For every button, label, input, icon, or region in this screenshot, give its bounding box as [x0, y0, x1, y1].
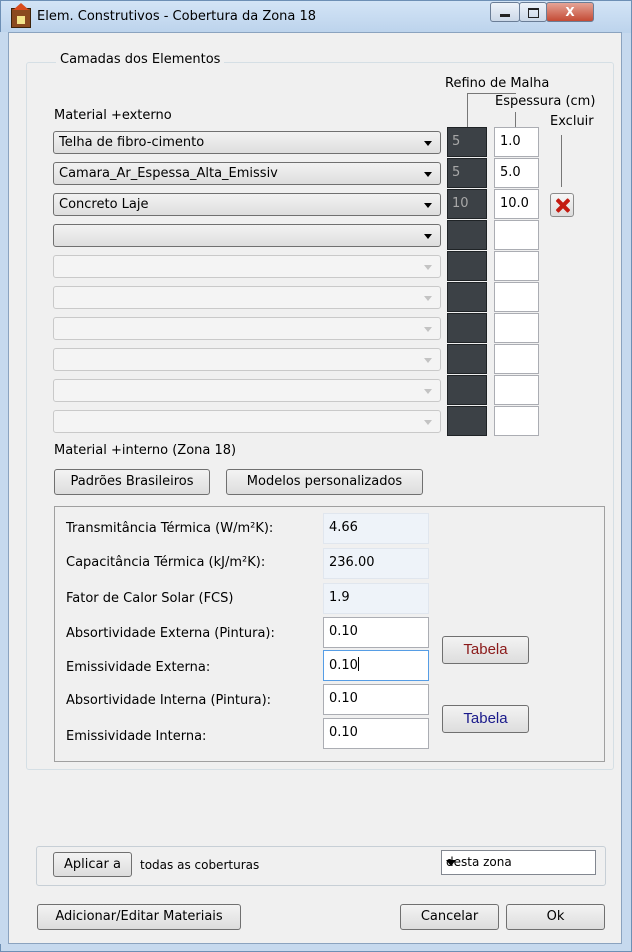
layer-refino-5[interactable]: [447, 251, 487, 281]
layer-material-select-9[interactable]: [53, 379, 441, 402]
aplicar-button[interactable]: Aplicar a: [53, 852, 132, 877]
chevron-down-icon: [424, 296, 432, 301]
layer-refino-6[interactable]: [447, 282, 487, 312]
refino-bracket: [467, 93, 516, 129]
padroes-brasileiros-button[interactable]: Padrões Brasileiros: [54, 469, 210, 495]
chevron-down-icon: [424, 172, 432, 177]
layer-material-select-2[interactable]: Camara_Ar_Espessa_Alta_Emissiv: [53, 162, 441, 185]
chevron-down-icon: [424, 389, 432, 394]
layer-refino-4[interactable]: [447, 220, 487, 250]
transmitancia-field: 4.66: [323, 513, 429, 544]
maximize-button[interactable]: [519, 2, 547, 22]
layer-material-select-6[interactable]: [53, 286, 441, 309]
layer-refino-10[interactable]: [447, 406, 487, 436]
delete-layer-button[interactable]: [550, 193, 574, 217]
app-house-icon: [11, 3, 31, 28]
layer-refino-3[interactable]: 10: [447, 189, 487, 219]
capacitancia-label: Capacitância Térmica (kJ/m²K):: [66, 555, 266, 570]
layer-material-select-1[interactable]: Telha de fibro-cimento: [53, 131, 441, 154]
layers-group-legend: Camadas dos Elementos: [56, 52, 225, 67]
emis-externa-input[interactable]: 0.10: [323, 650, 429, 681]
refino-header: Refino de Malha: [445, 76, 550, 91]
layer-material-select-4[interactable]: [53, 224, 441, 247]
chevron-down-icon: [424, 203, 432, 208]
layer-espessura-10[interactable]: [494, 406, 539, 436]
layer-refino-value-1: 5: [452, 134, 461, 149]
apply-scope-text: todas as coberturas: [140, 858, 260, 872]
layer-espessura-8[interactable]: [494, 344, 539, 374]
tabela-interna-button[interactable]: Tabela: [442, 705, 529, 733]
layer-material-value-2: Camara_Ar_Espessa_Alta_Emissiv: [59, 166, 278, 181]
chevron-down-icon: [446, 860, 456, 866]
excluir-header: Excluir: [550, 114, 594, 129]
excluir-bracket: [561, 135, 562, 187]
chevron-down-icon: [424, 358, 432, 363]
chevron-down-icon: [424, 327, 432, 332]
edit-materials-button[interactable]: Adicionar/Editar Materiais: [37, 904, 241, 930]
layer-refino-1[interactable]: 5: [447, 127, 487, 157]
chevron-down-icon: [424, 234, 432, 239]
layer-espessura-9[interactable]: [494, 375, 539, 405]
layer-refino-7[interactable]: [447, 313, 487, 343]
text-caret: [357, 657, 359, 671]
layer-espessura-3[interactable]: 10.0: [494, 189, 539, 219]
layer-espessura-7[interactable]: [494, 313, 539, 343]
layer-material-value-1: Telha de fibro-cimento: [59, 135, 205, 150]
emis-externa-value: 0.10: [329, 658, 358, 673]
cancel-button[interactable]: Cancelar: [400, 904, 499, 930]
capacitancia-field: 236.00: [323, 548, 429, 579]
layer-espessura-6[interactable]: [494, 282, 539, 312]
abs-interna-input[interactable]: 0.10: [323, 684, 429, 715]
abs-interna-label: Absortividade Interna (Pintura):: [66, 693, 272, 708]
layer-espessura-1[interactable]: 1.0: [494, 127, 539, 157]
layer-refino-value-3: 10: [452, 196, 469, 211]
close-button[interactable]: X: [546, 2, 594, 22]
layer-material-value-3: Concreto Laje: [59, 197, 149, 212]
apply-scope-select[interactable]: desta zona: [441, 850, 596, 875]
layer-refino-9[interactable]: [447, 375, 487, 405]
layer-espessura-4[interactable]: [494, 220, 539, 250]
layer-espessura-value-2: 5.0: [500, 165, 521, 180]
transmitancia-label: Transmitância Térmica (W/m²K):: [66, 521, 274, 536]
window-title: Elem. Construtivos - Cobertura da Zona 1…: [37, 9, 317, 24]
chevron-down-icon: [424, 141, 432, 146]
layer-material-select-3[interactable]: Concreto Laje: [53, 193, 441, 216]
fcs-label: Fator de Calor Solar (FCS): [66, 591, 234, 606]
minimize-button[interactable]: [490, 2, 520, 22]
fcs-field: 1.9: [323, 583, 429, 614]
window-left-border: [0, 32, 8, 944]
tabela-externa-button[interactable]: Tabela: [442, 636, 529, 664]
emis-interna-label: Emissividade Interna:: [66, 729, 207, 744]
emis-interna-input[interactable]: 0.10: [323, 718, 429, 749]
layer-espessura-value-3: 10.0: [500, 196, 529, 211]
title-bar[interactable]: Elem. Construtivos - Cobertura da Zona 1…: [1, 1, 631, 33]
ok-button[interactable]: Ok: [506, 904, 605, 930]
modelos-personalizados-button[interactable]: Modelos personalizados: [226, 469, 423, 495]
inner-material-label: Material +interno (Zona 18): [54, 443, 237, 458]
emis-externa-label: Emissividade Externa:: [66, 660, 211, 675]
abs-externa-label: Absortividade Externa (Pintura):: [66, 626, 275, 641]
layer-espessura-value-1: 1.0: [500, 134, 521, 149]
chevron-down-icon: [424, 265, 432, 270]
layer-material-select-7[interactable]: [53, 317, 441, 340]
espessura-bracket: [515, 112, 516, 128]
layer-espessura-5[interactable]: [494, 251, 539, 281]
layer-material-select-8[interactable]: [53, 348, 441, 371]
layer-material-select-10[interactable]: [53, 410, 441, 433]
abs-externa-input[interactable]: 0.10: [323, 617, 429, 648]
outer-material-label: Material +externo: [54, 108, 172, 123]
layer-material-select-5[interactable]: [53, 255, 441, 278]
layer-refino-8[interactable]: [447, 344, 487, 374]
layer-refino-value-2: 5: [452, 165, 461, 180]
layer-espessura-2[interactable]: 5.0: [494, 158, 539, 188]
layer-refino-2[interactable]: 5: [447, 158, 487, 188]
chevron-down-icon: [424, 420, 432, 425]
